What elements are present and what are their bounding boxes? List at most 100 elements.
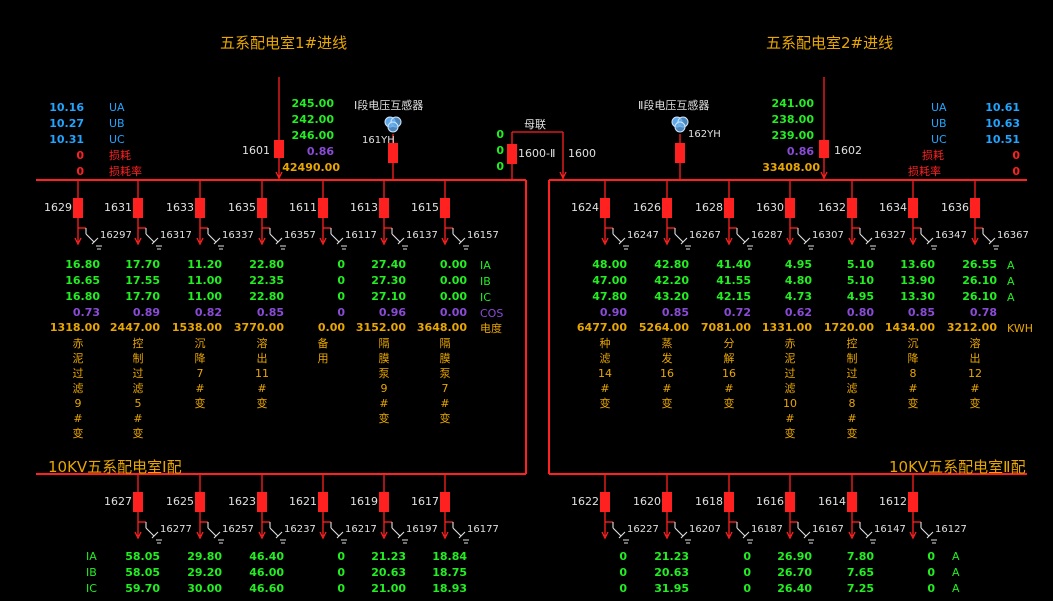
feeder-name: 溶出12#变 xyxy=(968,337,982,410)
feeder-breaker-1615[interactable] xyxy=(440,198,450,218)
feeder-breaker-1620[interactable] xyxy=(662,492,672,512)
feeder-breaker-1616[interactable] xyxy=(785,492,795,512)
loss-value: 0 xyxy=(76,149,84,162)
ic-value: 0.00 xyxy=(439,290,467,303)
feeder-breaker-1627[interactable] xyxy=(133,492,143,512)
cos-value: 0 xyxy=(337,306,345,319)
feeder-breaker-1626[interactable] xyxy=(662,198,672,218)
feeder-breaker-1617[interactable] xyxy=(440,492,450,512)
ib-value: 0 xyxy=(337,566,345,579)
earth-switch-code: 16187 xyxy=(751,524,783,535)
earth-switch-code: 16137 xyxy=(406,230,438,241)
breaker-code: 1636 xyxy=(941,201,969,214)
earth-switch-code: 16297 xyxy=(100,230,132,241)
incoming-2-ic: 239.00 xyxy=(771,129,814,142)
ib-value: 17.55 xyxy=(125,274,160,287)
earth-switch-code: 16367 xyxy=(997,230,1029,241)
ib-value: 0 xyxy=(743,566,751,579)
incoming-2-energy: 33408.00 xyxy=(762,161,820,174)
breaker-code: 1624 xyxy=(571,201,599,214)
ia-value: 27.40 xyxy=(371,258,406,271)
earth-switch-code: 16317 xyxy=(160,230,192,241)
ic-value: 13.30 xyxy=(900,290,935,303)
pt-2-breaker[interactable] xyxy=(675,143,685,163)
cos-value: 0.62 xyxy=(784,306,812,319)
feeder-breaker-1634[interactable] xyxy=(908,198,918,218)
ia-value: 0 xyxy=(927,550,935,563)
breaker-code: 1632 xyxy=(818,201,846,214)
uc-label: UC xyxy=(931,133,947,146)
feeder-breaker-1625[interactable] xyxy=(195,492,205,512)
ib-value: 58.05 xyxy=(125,566,160,579)
incoming-2-title: 五系配电室2#进线 xyxy=(766,34,894,52)
earth-switch-code: 16207 xyxy=(689,524,721,535)
ub-value: 10.27 xyxy=(49,117,84,130)
ia-value: 16.80 xyxy=(65,258,100,271)
earth-switch-code: 16177 xyxy=(467,524,499,535)
feeder-breaker-1612[interactable] xyxy=(908,492,918,512)
feeder-breaker-1633[interactable] xyxy=(195,198,205,218)
feeder-breaker-1630[interactable] xyxy=(785,198,795,218)
pt-1-transformer-icon[interactable] xyxy=(384,116,402,134)
ia-value: 21.23 xyxy=(654,550,689,563)
tie-right-code: 1600 xyxy=(568,147,596,160)
ic-value: 0 xyxy=(619,582,627,595)
cos-value: 0.82 xyxy=(194,306,222,319)
tie-title: 母联 xyxy=(524,118,546,131)
feeder-breaker-1623[interactable] xyxy=(257,492,267,512)
feeder-name: 溶出11#变 xyxy=(255,337,269,410)
earth-switch-code: 16197 xyxy=(406,524,438,535)
feeder-breaker-1619[interactable] xyxy=(379,492,389,512)
energy-row-label: 电度 xyxy=(480,322,502,335)
feeder-breaker-1618[interactable] xyxy=(724,492,734,512)
ic-row-label: IC xyxy=(480,291,491,304)
ib-value: 4.80 xyxy=(784,274,812,287)
uc-label: UC xyxy=(109,133,125,146)
feeder-name: 隔膜泵9#变 xyxy=(378,337,390,425)
feeder-breaker-1613[interactable] xyxy=(379,198,389,218)
ub-label: UB xyxy=(109,117,125,130)
breaker-code: 1615 xyxy=(411,201,439,214)
ic-value: 18.93 xyxy=(432,582,467,595)
breaker-code: 1612 xyxy=(879,495,907,508)
breaker-code: 1627 xyxy=(104,495,132,508)
energy-value: 2447.00 xyxy=(109,321,160,334)
ub-value: 10.63 xyxy=(985,117,1020,130)
energy-value: 6477.00 xyxy=(576,321,627,334)
ib-value: 5.10 xyxy=(846,274,874,287)
energy-value: 1318.00 xyxy=(49,321,100,334)
ic-unit-label: A xyxy=(1007,291,1015,304)
feeder-breaker-1614[interactable] xyxy=(847,492,857,512)
feeder-breaker-1629[interactable] xyxy=(73,198,83,218)
feeder-breaker-1622[interactable] xyxy=(600,492,610,512)
tie-breaker[interactable] xyxy=(507,144,517,164)
ia-value: 5.10 xyxy=(846,258,874,271)
feeder-breaker-1611[interactable] xyxy=(318,198,328,218)
feeder-breaker-1636[interactable] xyxy=(970,198,980,218)
ic-value: 4.95 xyxy=(846,290,874,303)
feeder-name: 隔膜泵7#变 xyxy=(439,337,451,425)
incoming-2-breaker-code: 1602 xyxy=(834,144,862,157)
breaker-code: 1626 xyxy=(633,201,661,214)
pt-2-transformer-icon[interactable] xyxy=(671,116,689,134)
incoming-2-breaker[interactable] xyxy=(819,140,829,158)
ib-unit-label: A xyxy=(1007,275,1015,288)
feeder-breaker-1631[interactable] xyxy=(133,198,143,218)
feeder-breaker-1628[interactable] xyxy=(724,198,734,218)
loss-rate-value: 0 xyxy=(76,165,84,178)
feeder-breaker-1621[interactable] xyxy=(318,492,328,512)
earth-switch-code: 16167 xyxy=(812,524,844,535)
earth-switch-code: 16277 xyxy=(160,524,192,535)
earth-switch-code: 16127 xyxy=(935,524,967,535)
feeder-name: 控制过滤5#变 xyxy=(132,337,144,440)
ib-value: 42.20 xyxy=(654,274,689,287)
energy-value: 1434.00 xyxy=(884,321,935,334)
breaker-code: 1614 xyxy=(818,495,846,508)
feeder-breaker-1632[interactable] xyxy=(847,198,857,218)
ib-value: 41.55 xyxy=(716,274,751,287)
ia-unit-label: A xyxy=(1007,259,1015,272)
feeder-name: 沉降7#变 xyxy=(194,337,206,410)
feeder-breaker-1624[interactable] xyxy=(600,198,610,218)
breaker-code: 1616 xyxy=(756,495,784,508)
feeder-breaker-1635[interactable] xyxy=(257,198,267,218)
